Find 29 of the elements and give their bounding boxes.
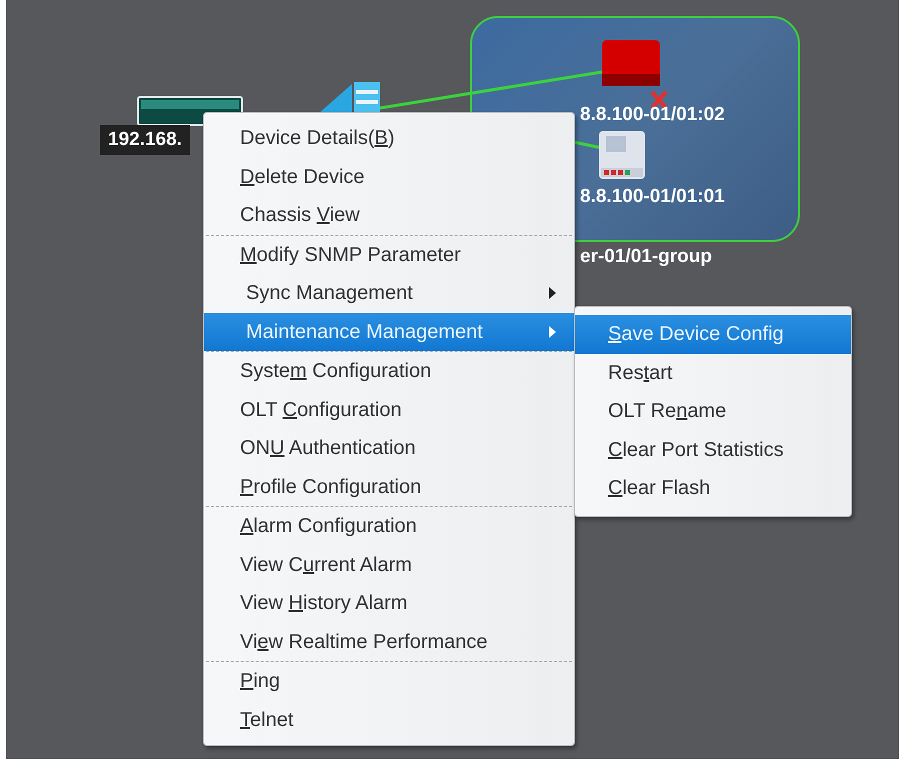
splitter-icon (318, 80, 382, 114)
menu-item[interactable]: ONU Authentication (204, 429, 574, 468)
menu-item[interactable]: Modify SNMP Parameter (204, 236, 574, 274)
device-label: 8.8.100-01/01:02 (580, 104, 725, 126)
menu-item[interactable]: View Current Alarm (204, 546, 574, 584)
menu-item[interactable]: Chassis View (204, 196, 574, 234)
menu-item[interactable]: Sync Management (204, 274, 574, 312)
menu-item[interactable]: Alarm Configuration (204, 507, 574, 546)
device-label: 8.8.100-01/01:01 (580, 186, 725, 208)
menu-item[interactable]: Clear Flash (575, 469, 851, 508)
submenu-arrow-icon (549, 287, 556, 299)
group-label: er-01/01-group (580, 246, 712, 268)
menu-item[interactable]: Clear Port Statistics (575, 430, 851, 469)
menu-item[interactable]: Profile Configuration (204, 468, 574, 506)
menu-item[interactable]: Ping (204, 662, 574, 700)
menu-item[interactable]: OLT Configuration (204, 390, 574, 429)
onu-device-icon (598, 130, 646, 180)
menu-item[interactable]: Delete Device (204, 158, 574, 196)
menu-item[interactable]: Save Device Config (575, 315, 851, 354)
submenu-arrow-icon (549, 326, 556, 338)
menu-item[interactable]: System Configuration (204, 352, 574, 390)
menu-item[interactable]: Restart (575, 354, 851, 392)
menu-item[interactable]: View History Alarm (204, 584, 574, 622)
menu-item[interactable]: Device Details(B) (204, 119, 574, 158)
menu-item[interactable]: OLT Rename (575, 392, 851, 430)
menu-item[interactable]: Maintenance Management (204, 312, 574, 351)
menu-item[interactable]: Telnet (204, 700, 574, 739)
device-label: 192.168. (100, 125, 190, 155)
menu-item[interactable]: View Realtime Performance (204, 622, 574, 661)
